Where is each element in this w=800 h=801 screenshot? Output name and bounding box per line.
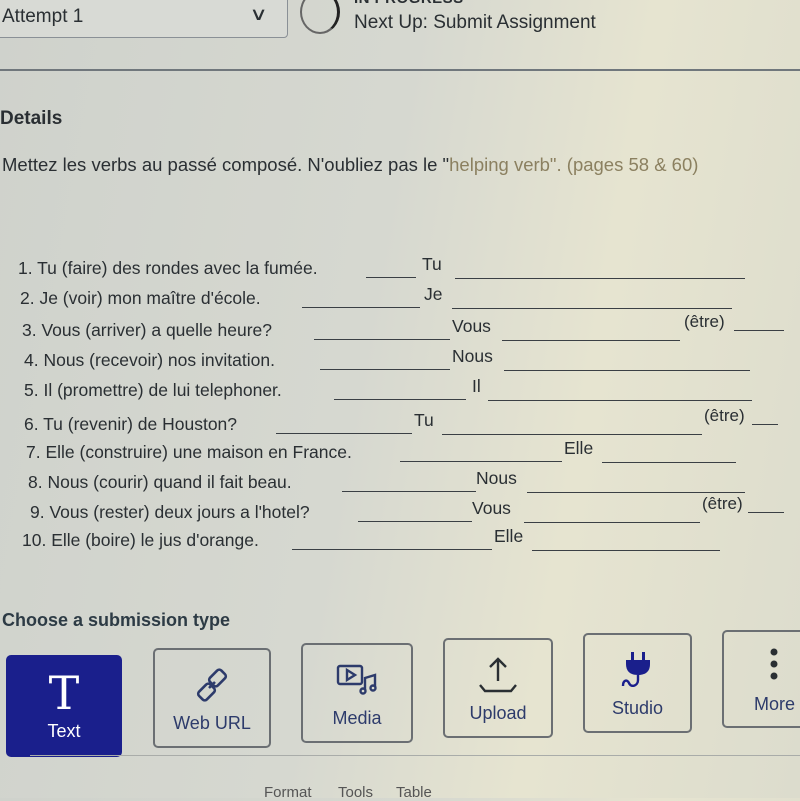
answer-blank[interactable] (748, 511, 784, 513)
submission-type-upload[interactable]: Upload (443, 638, 553, 738)
answer-subject: Vous (452, 316, 491, 336)
answer-blank[interactable] (452, 307, 732, 309)
question-prompt: 8. Nous (courir) quand il fait beau. (28, 472, 292, 492)
text-icon: T (48, 665, 80, 720)
answer-blank[interactable] (752, 423, 778, 425)
answer-blank[interactable] (734, 329, 784, 331)
question-prompt: 2. Je (voir) mon maître d'école. (20, 288, 261, 308)
plug-icon (618, 648, 658, 692)
answer-blank[interactable] (527, 491, 745, 493)
answer-blank[interactable] (502, 339, 680, 341)
answer-blank[interactable] (366, 276, 416, 278)
details-heading: Details (0, 108, 63, 129)
question-prompt: 4. Nous (recevoir) nos invitation. (24, 350, 275, 370)
header-divider (0, 69, 800, 71)
submission-type-more[interactable]: More (722, 630, 800, 728)
attempt-label: Attempt 1 (2, 6, 84, 27)
submission-type-label: Studio (611, 697, 664, 718)
answer-blank[interactable] (442, 433, 702, 435)
question-prompt: 10. Elle (boire) le jus d'orange. (22, 530, 259, 550)
answer-subject: Nous (476, 468, 517, 488)
answer-blank[interactable] (532, 549, 720, 551)
answer-subject: Il (472, 376, 481, 396)
answer-blank[interactable] (488, 399, 752, 401)
submission-type-label: Web URL (173, 712, 251, 733)
answer-blank[interactable] (314, 338, 450, 340)
editor-menu-table[interactable]: Table (396, 784, 432, 801)
answer-blank[interactable] (504, 369, 750, 371)
answer-subject: Tu (422, 254, 442, 274)
answer-blank[interactable] (320, 368, 450, 370)
submission-type-label: More (754, 693, 796, 714)
answer-blank[interactable] (334, 398, 466, 400)
question-prompt: 3. Vous (arriver) a quelle heure? (22, 320, 272, 340)
media-icon (335, 658, 379, 702)
editor-menu-format[interactable]: Format (264, 784, 312, 801)
answer-subject: Tu (414, 410, 434, 430)
answer-blank[interactable] (524, 521, 700, 523)
submission-type-web-url[interactable]: Web URL (153, 648, 271, 748)
answer-blank[interactable] (455, 277, 745, 279)
chevron-down-icon[interactable]: ∨ (249, 4, 267, 25)
auxiliary-hint: (être) (684, 312, 725, 331)
submission-heading: Choose a submission type (2, 610, 231, 630)
answer-subject: Elle (494, 526, 524, 546)
answer-blank[interactable] (358, 520, 472, 522)
submission-type-label: Media (332, 707, 382, 728)
auxiliary-hint: (être) (702, 494, 743, 513)
question-prompt: 7. Elle (construire) une maison en Franc… (26, 442, 352, 462)
more-vertical-icon (754, 644, 794, 688)
answer-blank[interactable] (292, 548, 492, 550)
tiles-divider (30, 755, 800, 756)
editor-menu-tools[interactable]: Tools (338, 784, 373, 801)
answer-subject: Elle (564, 438, 594, 458)
answer-subject: Vous (472, 498, 511, 518)
question-prompt: 9. Vous (rester) deux jours a l'hotel? (30, 502, 310, 522)
submission-type-label: Text (47, 720, 81, 741)
question-prompt: 1. Tu (faire) des rondes avec la fumée. (18, 258, 318, 278)
instructions-main: Mettez les verbs au passé composé. N'oub… (2, 154, 450, 175)
next-up-label: Next Up: Submit Assignment (354, 12, 596, 33)
link-icon (192, 663, 232, 707)
auxiliary-hint: (être) (704, 406, 745, 425)
instructions: Mettez les verbs au passé composé. N'oub… (2, 154, 698, 176)
answer-blank[interactable] (400, 460, 562, 462)
question-prompt: 5. Il (promettre) de lui telephoner. (24, 380, 282, 400)
answer-blank[interactable] (342, 490, 476, 492)
submission-type-text[interactable]: T Text (6, 655, 122, 757)
status-label: IN PROGRESS (354, 0, 464, 7)
submission-type-label: Upload (469, 702, 527, 723)
progress-circle-icon (300, 0, 340, 34)
instructions-faded: helping verb". (pages 58 & 60) (449, 154, 699, 175)
answer-blank[interactable] (302, 306, 420, 308)
upload-icon (477, 653, 519, 697)
question-prompt: 6. Tu (revenir) de Houston? (24, 414, 238, 434)
submission-type-studio[interactable]: Studio (583, 633, 692, 733)
answer-blank[interactable] (276, 432, 412, 434)
answer-blank[interactable] (602, 461, 736, 463)
answer-subject: Nous (452, 346, 493, 366)
submission-type-media[interactable]: Media (301, 643, 413, 743)
answer-subject: Je (424, 284, 443, 304)
